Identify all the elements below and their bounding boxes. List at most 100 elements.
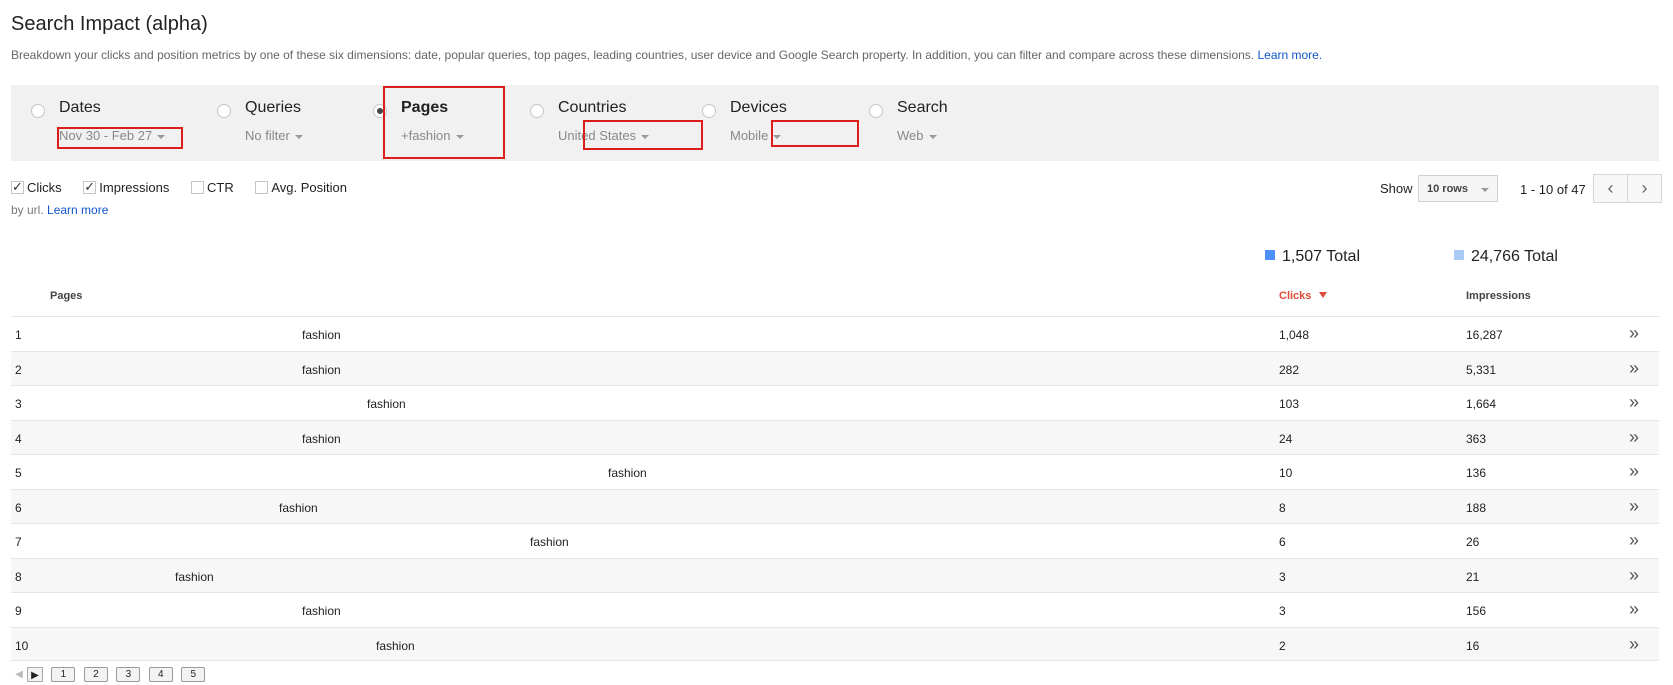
queries-label: Queries — [245, 99, 302, 116]
page-url[interactable]: fashion — [302, 604, 341, 618]
page-url[interactable]: fashion — [279, 501, 318, 515]
table-row[interactable]: 7 fashion 6 26 » — [11, 523, 1659, 558]
pager-page-3[interactable]: 3 — [116, 667, 141, 682]
table-row[interactable]: 4 fashion 24 363 » — [11, 419, 1659, 454]
table-row[interactable]: 5 fashion 10 136 » — [11, 454, 1659, 489]
page-url[interactable]: fashion — [367, 397, 406, 411]
pager-next-icon[interactable]: ▶ — [27, 667, 43, 682]
row-impressions: 5,331 — [1466, 362, 1497, 377]
pager-page-4[interactable]: 4 — [148, 667, 173, 682]
metric-checkboxes: Clicks Impressions CTR Avg. Position — [11, 179, 365, 195]
pager-page-2[interactable]: 2 — [83, 667, 108, 682]
metric-avg-position[interactable]: Avg. Position — [255, 180, 347, 195]
clicks-header-label: Clicks — [1279, 290, 1312, 302]
bottom-pager: ◀ ▶ 1 2 3 4 5 — [11, 667, 206, 683]
row-number: 6 — [15, 500, 22, 515]
prev-page-button[interactable]: ‹ — [1593, 174, 1628, 203]
row-clicks: 282 — [1279, 362, 1300, 377]
expand-row-icon[interactable]: » — [1629, 496, 1639, 517]
metric-impressions[interactable]: Impressions — [83, 179, 170, 195]
highlight-box-devices — [771, 120, 859, 147]
row-clicks: 10 — [1279, 466, 1293, 480]
clicks-legend-swatch — [1265, 250, 1275, 260]
pager-prev-icon[interactable]: ◀ — [11, 667, 27, 682]
chevron-right-icon: › — [1641, 178, 1648, 198]
table-row[interactable]: 2 fashion 282 5,331 » — [11, 350, 1659, 385]
column-header-clicks[interactable]: Clicks — [1279, 290, 1328, 302]
page-title: Search Impact (alpha) — [11, 13, 208, 35]
column-header-pages[interactable]: Pages — [50, 290, 82, 302]
pager-page-5[interactable]: 5 — [181, 667, 206, 682]
metric-ctr[interactable]: CTR — [191, 180, 234, 195]
row-impressions: 363 — [1466, 431, 1487, 446]
avg-position-checkbox[interactable] — [255, 181, 269, 194]
table-row[interactable]: 3 fashion 103 1,664 » — [11, 385, 1659, 420]
highlight-box-dates — [57, 127, 183, 149]
expand-row-icon[interactable]: » — [1629, 358, 1639, 379]
table-row[interactable]: 6 fashion 8 188 » — [11, 488, 1659, 523]
expand-row-icon[interactable]: » — [1629, 461, 1639, 482]
description-text: Breakdown your clicks and position metri… — [11, 48, 1255, 62]
expand-row-icon[interactable]: » — [1629, 565, 1639, 586]
row-impressions: 156 — [1466, 604, 1487, 618]
clicks-checkbox[interactable] — [11, 179, 24, 195]
row-number: 9 — [15, 604, 22, 618]
grouping-note-text: by url. — [11, 203, 44, 217]
chevron-left-icon: ‹ — [1607, 178, 1614, 198]
impressions-checkbox[interactable] — [83, 179, 97, 195]
devices-radio[interactable] — [702, 104, 716, 118]
rows-per-page-select[interactable]: 10 rows — [1418, 175, 1498, 202]
page-url[interactable]: fashion — [302, 432, 341, 446]
queries-filter-dropdown[interactable]: No filter — [245, 128, 303, 143]
search-radio[interactable] — [869, 104, 883, 118]
ctr-checkbox[interactable] — [191, 181, 204, 194]
page-url[interactable]: fashion — [608, 466, 647, 480]
row-impressions: 16 — [1466, 638, 1480, 653]
impressions-total-value: 24,766 Total — [1471, 248, 1558, 265]
expand-row-icon[interactable]: » — [1629, 530, 1639, 551]
expand-row-icon[interactable]: » — [1629, 634, 1639, 655]
page-url[interactable]: fashion — [376, 639, 415, 653]
search-label: Search — [897, 99, 948, 116]
ctr-checkbox-label: CTR — [207, 180, 234, 195]
page-url[interactable]: fashion — [302, 328, 341, 342]
countries-label: Countries — [558, 99, 627, 116]
page-description: Breakdown your clicks and position metri… — [11, 48, 1322, 62]
row-impressions: 1,664 — [1466, 397, 1497, 411]
show-label: Show — [1380, 181, 1413, 196]
pager-page-1[interactable]: 1 — [51, 667, 76, 682]
expand-row-icon[interactable]: » — [1629, 599, 1639, 620]
column-header-impressions[interactable]: Impressions — [1466, 290, 1531, 302]
impressions-checkbox-label: Impressions — [99, 180, 170, 195]
countries-radio[interactable] — [530, 104, 544, 118]
row-clicks: 24 — [1279, 431, 1293, 446]
queries-radio[interactable] — [217, 104, 231, 118]
dates-radio[interactable] — [31, 104, 45, 118]
row-number: 4 — [15, 431, 22, 446]
table-row[interactable]: 10 fashion 2 16 » — [11, 626, 1659, 661]
page-url[interactable]: fashion — [530, 535, 569, 549]
search-filter-dropdown[interactable]: Web — [897, 128, 937, 143]
learn-more-link[interactable]: Learn more. — [1257, 48, 1322, 62]
table-row[interactable]: 9 fashion 3 156 » — [11, 592, 1659, 627]
search-filter-value: Web — [897, 128, 924, 143]
chevron-down-icon — [1481, 188, 1489, 192]
expand-row-icon[interactable]: » — [1629, 392, 1639, 413]
row-number: 1 — [15, 328, 22, 342]
expand-row-icon[interactable]: » — [1629, 427, 1639, 448]
expand-row-icon[interactable]: » — [1629, 323, 1639, 344]
metric-clicks[interactable]: Clicks — [11, 179, 62, 195]
page-url[interactable]: fashion — [302, 363, 341, 377]
page-url[interactable]: fashion — [175, 570, 214, 584]
row-range: 1 - 10 of 47 — [1520, 182, 1586, 197]
row-number: 7 — [15, 535, 22, 549]
queries-filter-value: No filter — [245, 128, 290, 143]
table-row[interactable]: 1 fashion 1,048 16,287 » — [11, 316, 1659, 351]
table-row[interactable]: 8 fashion 3 21 » — [11, 557, 1659, 592]
chevron-down-icon — [294, 134, 303, 139]
sort-desc-icon — [1319, 292, 1328, 298]
next-page-button[interactable]: › — [1627, 174, 1662, 203]
row-clicks: 1,048 — [1279, 328, 1310, 342]
row-clicks: 6 — [1279, 535, 1286, 549]
grouping-learn-more-link[interactable]: Learn more — [47, 203, 108, 217]
